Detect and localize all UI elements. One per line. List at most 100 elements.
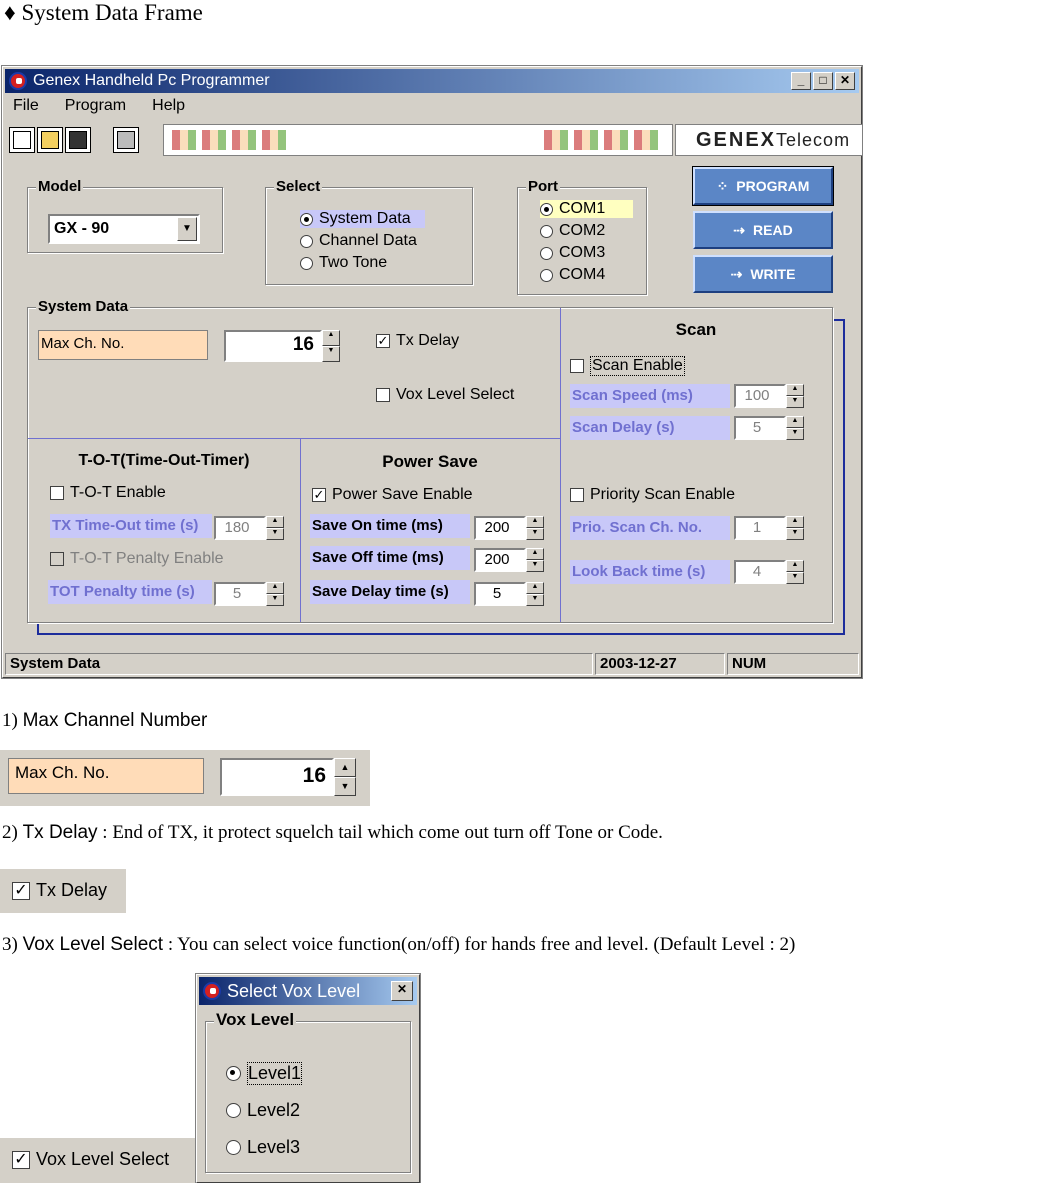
vox-level2-option[interactable]: Level2: [226, 1100, 300, 1121]
spin-up-icon[interactable]: ▲: [322, 330, 340, 346]
tot-penalty-input[interactable]: 5: [214, 582, 266, 606]
new-file-icon[interactable]: [9, 127, 35, 153]
max-ch-input[interactable]: 16: [224, 330, 322, 362]
tot-enable-checkbox[interactable]: [50, 486, 64, 500]
port-com2[interactable]: COM2: [540, 222, 605, 240]
radio-level2[interactable]: [226, 1103, 241, 1118]
read-button[interactable]: ⇢ READ: [693, 211, 833, 249]
spin-down-icon[interactable]: ▼: [786, 572, 804, 584]
tot-penalty-enable-row[interactable]: T-O-T Penalty Enable: [50, 550, 224, 568]
save-delay-input[interactable]: 5: [474, 582, 526, 606]
snippet-tx-delay-row[interactable]: ✓ Tx Delay: [12, 880, 107, 901]
select-two-tone[interactable]: Two Tone: [300, 254, 387, 272]
dialog-titlebar[interactable]: Select Vox Level ✕: [199, 977, 417, 1005]
tx-timeout-spinner[interactable]: 180 ▲ ▼: [214, 516, 284, 540]
radio-com4[interactable]: [540, 268, 553, 282]
tx-delay-checkbox[interactable]: ✓: [376, 334, 390, 348]
spin-up-icon[interactable]: ▲: [334, 758, 356, 777]
snippet-max-ch-spinner[interactable]: 16 ▲ ▼: [220, 758, 356, 796]
look-back-input[interactable]: 4: [734, 560, 786, 584]
priority-scan-checkbox[interactable]: [570, 488, 584, 502]
vox-level1-option[interactable]: Level1: [226, 1062, 303, 1085]
spin-up-icon[interactable]: ▲: [786, 560, 804, 572]
minimize-button[interactable]: _: [791, 72, 811, 90]
print-icon[interactable]: [113, 127, 139, 153]
spin-down-icon[interactable]: ▼: [786, 428, 804, 440]
tot-penalty-spinner[interactable]: 5 ▲ ▼: [214, 582, 284, 606]
snippet-tx-delay-checkbox[interactable]: ✓: [12, 881, 30, 900]
spin-up-icon[interactable]: ▲: [266, 516, 284, 528]
save-delay-spinner[interactable]: 5 ▲ ▼: [474, 582, 544, 606]
maximize-button[interactable]: □: [813, 72, 833, 90]
model-select[interactable]: GX - 90 ▼: [48, 214, 200, 244]
snippet-max-ch-input[interactable]: 16: [220, 758, 334, 796]
dialog-close-button[interactable]: ✕: [391, 981, 413, 1001]
save-off-input[interactable]: 200: [474, 548, 526, 572]
power-save-enable-row[interactable]: ✓ Power Save Enable: [312, 486, 473, 504]
vox-level-checkbox[interactable]: [376, 388, 390, 402]
scan-enable-row[interactable]: Scan Enable: [570, 356, 685, 376]
save-off-spinner[interactable]: 200 ▲ ▼: [474, 548, 544, 572]
port-com4[interactable]: COM4: [540, 266, 605, 284]
max-ch-spinner[interactable]: 16 ▲ ▼: [224, 330, 340, 362]
spin-up-icon[interactable]: ▲: [786, 516, 804, 528]
spin-up-icon[interactable]: ▲: [786, 416, 804, 428]
scan-enable-checkbox[interactable]: [570, 359, 584, 373]
spin-up-icon[interactable]: ▲: [266, 582, 284, 594]
tot-penalty-checkbox[interactable]: [50, 552, 64, 566]
vox-level3-option[interactable]: Level3: [226, 1137, 300, 1158]
spin-up-icon[interactable]: ▲: [526, 516, 544, 528]
window-titlebar[interactable]: Genex Handheld Pc Programmer _ □ ✕: [5, 69, 859, 93]
spin-down-icon[interactable]: ▼: [334, 777, 356, 796]
port-com1[interactable]: COM1: [540, 200, 634, 218]
scan-delay-input[interactable]: 5: [734, 416, 786, 440]
snippet-vox-level-row[interactable]: ✓ Vox Level Select: [12, 1149, 169, 1170]
select-channel-data[interactable]: Channel Data: [300, 232, 417, 250]
spin-down-icon[interactable]: ▼: [322, 346, 340, 362]
spin-up-icon[interactable]: ▲: [526, 582, 544, 594]
tx-delay-checkbox-row[interactable]: ✓ Tx Delay: [376, 332, 459, 350]
scan-delay-spinner[interactable]: 5 ▲ ▼: [734, 416, 804, 440]
open-folder-icon[interactable]: [37, 127, 63, 153]
save-on-input[interactable]: 200: [474, 516, 526, 540]
spin-down-icon[interactable]: ▼: [526, 594, 544, 606]
radio-two-tone[interactable]: [300, 256, 313, 270]
spin-down-icon[interactable]: ▼: [526, 560, 544, 572]
spin-down-icon[interactable]: ▼: [266, 528, 284, 540]
chevron-down-icon[interactable]: ▼: [177, 217, 197, 241]
radio-level1[interactable]: [226, 1066, 241, 1081]
power-save-checkbox[interactable]: ✓: [312, 488, 326, 502]
radio-com2[interactable]: [540, 224, 553, 238]
priority-scan-row[interactable]: Priority Scan Enable: [570, 486, 735, 504]
tot-enable-row[interactable]: T-O-T Enable: [50, 484, 166, 502]
radio-com1[interactable]: [540, 202, 553, 216]
save-disk-icon[interactable]: [65, 127, 91, 153]
spin-down-icon[interactable]: ▼: [786, 528, 804, 540]
menu-file[interactable]: File: [9, 95, 43, 117]
radio-channel-data[interactable]: [300, 234, 313, 248]
spin-down-icon[interactable]: ▼: [786, 396, 804, 408]
spin-down-icon[interactable]: ▼: [526, 528, 544, 540]
write-button[interactable]: ⇢ WRITE: [693, 255, 833, 293]
prio-ch-spinner[interactable]: 1 ▲ ▼: [734, 516, 804, 540]
close-button[interactable]: ✕: [835, 72, 855, 90]
menu-program[interactable]: Program: [61, 95, 130, 117]
save-on-spinner[interactable]: 200 ▲ ▼: [474, 516, 544, 540]
spin-up-icon[interactable]: ▲: [786, 384, 804, 396]
select-system-data[interactable]: System Data: [300, 210, 425, 228]
look-back-spinner[interactable]: 4 ▲ ▼: [734, 560, 804, 584]
radio-system-data[interactable]: [300, 212, 313, 226]
tx-timeout-input[interactable]: 180: [214, 516, 266, 540]
port-com3[interactable]: COM3: [540, 244, 605, 262]
prio-ch-input[interactable]: 1: [734, 516, 786, 540]
scan-speed-input[interactable]: 100: [734, 384, 786, 408]
radio-com3[interactable]: [540, 246, 553, 260]
snippet-vox-level-checkbox[interactable]: ✓: [12, 1150, 30, 1169]
program-button[interactable]: ⁘ PROGRAM: [692, 166, 834, 206]
radio-level3[interactable]: [226, 1140, 241, 1155]
menu-help[interactable]: Help: [148, 95, 189, 117]
scan-speed-spinner[interactable]: 100 ▲ ▼: [734, 384, 804, 408]
vox-level-checkbox-row[interactable]: Vox Level Select: [376, 386, 514, 404]
spin-up-icon[interactable]: ▲: [526, 548, 544, 560]
spin-down-icon[interactable]: ▼: [266, 594, 284, 606]
